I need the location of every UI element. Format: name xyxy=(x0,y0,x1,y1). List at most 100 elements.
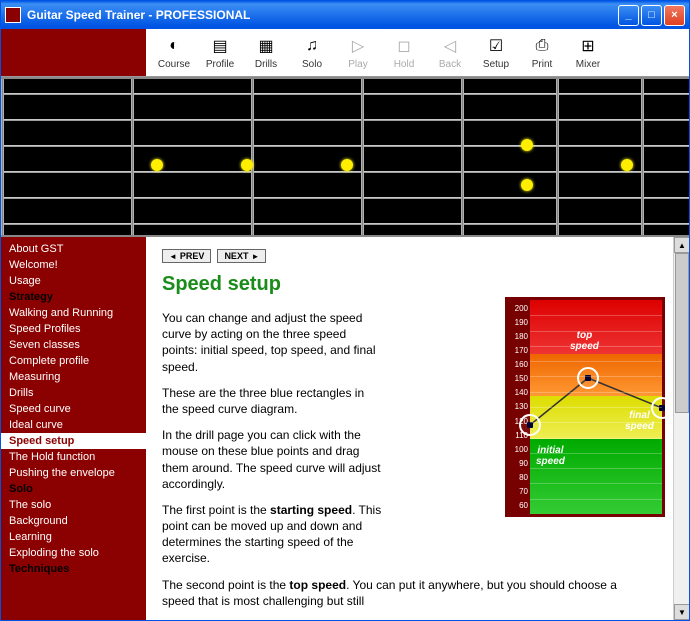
fret-marker xyxy=(521,139,533,151)
speed-point[interactable] xyxy=(659,405,665,411)
app-icon xyxy=(5,7,21,23)
y-tick: 200 xyxy=(510,304,528,313)
paragraph: The second point is the top speed. You c… xyxy=(162,577,642,609)
print-button[interactable]: ⎙Print xyxy=(520,32,564,74)
course-icon: ◐ xyxy=(163,35,185,57)
y-tick: 140 xyxy=(510,388,528,397)
arrow-left-icon: ◄ xyxy=(169,252,177,261)
y-axis: 2001901801701601501401301201101009080706… xyxy=(508,300,530,514)
sidebar-item[interactable]: The solo xyxy=(1,497,146,513)
profile-button[interactable]: ▤Profile xyxy=(198,32,242,74)
close-button[interactable]: × xyxy=(664,5,685,26)
sidebar-item[interactable]: Speed setup xyxy=(1,433,146,449)
sidebar-item[interactable]: Learning xyxy=(1,529,146,545)
sidebar-item[interactable]: Walking and Running xyxy=(1,305,146,321)
y-tick: 60 xyxy=(510,501,528,510)
titlebar: Guitar Speed Trainer - PROFESSIONAL _ □ … xyxy=(1,1,689,29)
y-tick: 130 xyxy=(510,402,528,411)
fret-marker xyxy=(151,159,163,171)
fret-marker xyxy=(521,179,533,191)
sidebar-item[interactable]: Speed curve xyxy=(1,401,146,417)
sidebar-item[interactable]: Seven classes xyxy=(1,337,146,353)
page-title: Speed setup xyxy=(162,273,673,296)
setup-icon: ☑ xyxy=(485,35,507,57)
scroll-up-button[interactable]: ▲ xyxy=(674,237,689,253)
next-button[interactable]: NEXT► xyxy=(217,249,266,263)
y-tick: 180 xyxy=(510,332,528,341)
sidebar: About GSTWelcome!UsageStrategyWalking an… xyxy=(1,237,146,620)
sidebar-item[interactable]: About GST xyxy=(1,241,146,257)
hold-button: ◻Hold xyxy=(382,32,426,74)
maximize-button[interactable]: □ xyxy=(641,5,662,26)
drills-icon: ▦ xyxy=(255,35,277,57)
y-tick: 100 xyxy=(510,445,528,454)
sidebar-item[interactable]: Welcome! xyxy=(1,257,146,273)
solo-icon: ♫ xyxy=(301,35,323,57)
fret-marker xyxy=(241,159,253,171)
sidebar-item[interactable]: Usage xyxy=(1,273,146,289)
logo-area xyxy=(1,29,146,76)
string xyxy=(1,197,689,199)
sidebar-item[interactable]: Ideal curve xyxy=(1,417,146,433)
fret xyxy=(1,79,4,235)
sidebar-item[interactable]: The Hold function xyxy=(1,449,146,465)
paragraph: You can change and adjust the speed curv… xyxy=(162,310,382,375)
fret xyxy=(641,79,644,235)
content-area: ◄PREV NEXT► Speed setup You can change a… xyxy=(146,237,689,620)
play-button: ▷Play xyxy=(336,32,380,74)
paragraph: In the drill page you can click with the… xyxy=(162,427,382,492)
play-icon: ▷ xyxy=(347,35,369,57)
sidebar-item[interactable]: Measuring xyxy=(1,369,146,385)
y-tick: 70 xyxy=(510,487,528,496)
course-button[interactable]: ◐Course xyxy=(152,32,196,74)
y-tick: 190 xyxy=(510,318,528,327)
minimize-button[interactable]: _ xyxy=(618,5,639,26)
y-tick: 170 xyxy=(510,346,528,355)
label-top-speed: topspeed xyxy=(570,330,599,352)
toolbar: ◐Course▤Profile▦Drills♫Solo▷Play◻Hold◁Ba… xyxy=(146,29,689,76)
profile-icon: ▤ xyxy=(209,35,231,57)
fret xyxy=(251,79,254,235)
fretboard[interactable] xyxy=(1,77,689,237)
sidebar-section: Techniques xyxy=(1,561,146,577)
fret xyxy=(361,79,364,235)
back-icon: ◁ xyxy=(439,35,461,57)
sidebar-item[interactable]: Background xyxy=(1,513,146,529)
mixer-button[interactable]: ⊞Mixer xyxy=(566,32,610,74)
paragraph: The first point is the starting speed. T… xyxy=(162,502,382,567)
header: ◐Course▤Profile▦Drills♫Solo▷Play◻Hold◁Ba… xyxy=(1,29,689,77)
sidebar-item[interactable]: Pushing the envelope xyxy=(1,465,146,481)
sidebar-item[interactable]: Speed Profiles xyxy=(1,321,146,337)
scrollbar[interactable]: ▲ ▼ xyxy=(673,237,689,620)
sidebar-section: Strategy xyxy=(1,289,146,305)
plot-area[interactable]: topspeed finalspeed initialspeed xyxy=(530,300,662,514)
speed-curve-line xyxy=(530,300,689,450)
y-tick: 90 xyxy=(510,459,528,468)
fret xyxy=(461,79,464,235)
string xyxy=(1,93,689,95)
speed-curve-diagram[interactable]: 2001901801701601501401301201101009080706… xyxy=(505,297,665,517)
hold-icon: ◻ xyxy=(393,35,415,57)
string xyxy=(1,145,689,147)
string xyxy=(1,223,689,225)
arrow-right-icon: ► xyxy=(251,252,259,261)
print-icon: ⎙ xyxy=(531,35,553,57)
sidebar-item[interactable]: Drills xyxy=(1,385,146,401)
back-button: ◁Back xyxy=(428,32,472,74)
y-tick: 160 xyxy=(510,360,528,369)
fret xyxy=(556,79,559,235)
scroll-thumb[interactable] xyxy=(675,253,689,413)
string xyxy=(1,171,689,173)
scroll-down-button[interactable]: ▼ xyxy=(674,604,689,620)
setup-button[interactable]: ☑Setup xyxy=(474,32,518,74)
fret xyxy=(131,79,134,235)
fret-marker xyxy=(341,159,353,171)
sidebar-item[interactable]: Complete profile xyxy=(1,353,146,369)
solo-button[interactable]: ♫Solo xyxy=(290,32,334,74)
fret-marker xyxy=(621,159,633,171)
sidebar-item[interactable]: Exploding the solo xyxy=(1,545,146,561)
sidebar-section: Solo xyxy=(1,481,146,497)
drills-button[interactable]: ▦Drills xyxy=(244,32,288,74)
prev-button[interactable]: ◄PREV xyxy=(162,249,211,263)
mixer-icon: ⊞ xyxy=(577,35,599,57)
